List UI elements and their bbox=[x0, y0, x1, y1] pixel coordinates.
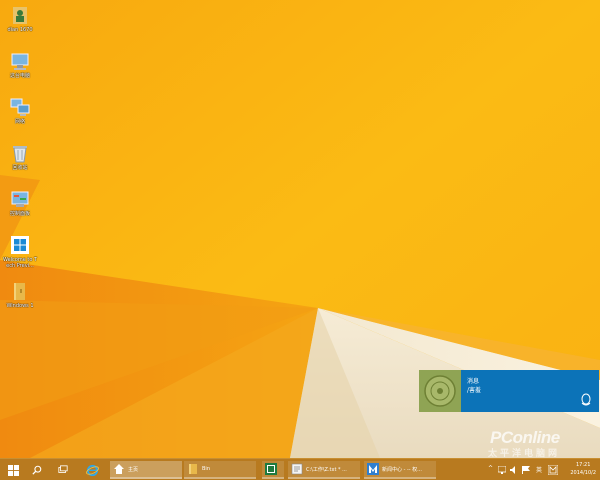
desktop-icon-folder[interactable]: Windows 1 bbox=[2, 280, 38, 309]
desktop-icon-label: 这台电脑 bbox=[9, 73, 30, 79]
qq-penguin-icon bbox=[581, 393, 591, 406]
desktop-icon-label: 控制面板 bbox=[9, 211, 30, 217]
taskbar-item-home[interactable]: 主页 bbox=[110, 461, 182, 479]
taskbar-item-label: 主页 bbox=[128, 466, 139, 473]
network-icon bbox=[10, 98, 30, 116]
notepad-icon bbox=[291, 463, 303, 475]
folder-icon bbox=[14, 283, 25, 300]
network-tray-icon[interactable] bbox=[498, 466, 506, 474]
excel-icon bbox=[265, 463, 277, 475]
desktop-icon-computer[interactable]: 这台电脑 bbox=[2, 50, 38, 79]
windows-icon bbox=[11, 236, 29, 254]
clock[interactable]: 17:21 2014/10/2 bbox=[570, 461, 596, 477]
volume-tray-icon[interactable] bbox=[510, 466, 518, 474]
folder-icon bbox=[189, 464, 197, 474]
internet-explorer-icon bbox=[85, 464, 99, 476]
system-tray: ^ 英 17:21 2014/10/2 bbox=[484, 459, 600, 480]
start-button[interactable] bbox=[2, 459, 24, 480]
desktop-icon-label: 回收站 bbox=[12, 165, 28, 171]
watermark-main: PConline bbox=[490, 428, 560, 447]
recycle-bin-icon bbox=[13, 146, 27, 163]
taskbar-item-label: 新闻中心 - -- 权... bbox=[382, 466, 422, 473]
taskbar-item-label: Bin bbox=[202, 466, 210, 472]
desktop-icon-control-panel[interactable]: 控制面板 bbox=[2, 188, 38, 217]
clock-time: 17:21 bbox=[575, 462, 591, 468]
taskbar-item-label: C:\工作\Z.txt * ... bbox=[306, 466, 347, 473]
desktop-icon-network[interactable]: 网络 bbox=[2, 96, 38, 125]
computer-icon bbox=[11, 53, 29, 70]
desktop-icon-user-folder[interactable]: dian 1670 bbox=[2, 4, 38, 33]
search-icon bbox=[32, 465, 42, 475]
taskbar-item-notepad[interactable]: C:\工作\Z.txt * ... bbox=[288, 461, 360, 479]
windows-start-icon bbox=[7, 464, 19, 476]
tray-chevron[interactable]: ^ bbox=[488, 465, 493, 472]
desktop-icon-recycle-bin[interactable]: 回收站 bbox=[2, 142, 38, 171]
desktop: dian 1670 这台电脑 网络 回收站 控制面板 Welcome to Te… bbox=[0, 0, 600, 480]
taskbar: 主页 Bin C:\工作\Z.txt * ... 新闻中心 - -- 权... … bbox=[0, 458, 600, 480]
clock-date: 2014/10/2 bbox=[570, 470, 596, 476]
toast-body: /害羞 bbox=[467, 387, 482, 394]
task-view-button[interactable] bbox=[52, 459, 74, 480]
desktop-icon-label: 网络 bbox=[14, 119, 25, 125]
pconline-watermark: PConline 太平洋电脑网 bbox=[484, 428, 596, 459]
desktop-icon-welcome[interactable]: Welcome to Tech Previ... bbox=[2, 234, 38, 269]
toast-title: 消息 bbox=[467, 378, 480, 385]
taskbar-item-news[interactable]: 新闻中心 - -- 权... bbox=[364, 461, 436, 479]
desktop-icon-label: Windows 1 bbox=[6, 303, 34, 309]
control-panel-icon bbox=[11, 191, 29, 207]
ime-tray-icon[interactable] bbox=[548, 465, 558, 475]
desktop-icon-label: Welcome to Tech Previ... bbox=[2, 257, 38, 269]
taskbar-item-excel[interactable] bbox=[262, 461, 284, 479]
flag-tray-icon[interactable] bbox=[522, 466, 530, 474]
avatar-image-icon bbox=[419, 370, 461, 412]
desktop-icon-label: dian 1670 bbox=[7, 27, 33, 33]
task-view-icon bbox=[58, 465, 68, 473]
ie-button[interactable] bbox=[80, 459, 104, 480]
user-folder-icon bbox=[13, 7, 27, 24]
taskbar-item-bin[interactable]: Bin bbox=[184, 461, 256, 479]
news-app-icon bbox=[367, 463, 379, 475]
search-button[interactable] bbox=[26, 459, 48, 480]
home-icon bbox=[114, 464, 124, 474]
toast-avatar bbox=[419, 370, 461, 412]
notification-toast[interactable]: 消息 /害羞 bbox=[419, 370, 599, 412]
keyboard-indicator[interactable]: 英 bbox=[536, 465, 542, 474]
